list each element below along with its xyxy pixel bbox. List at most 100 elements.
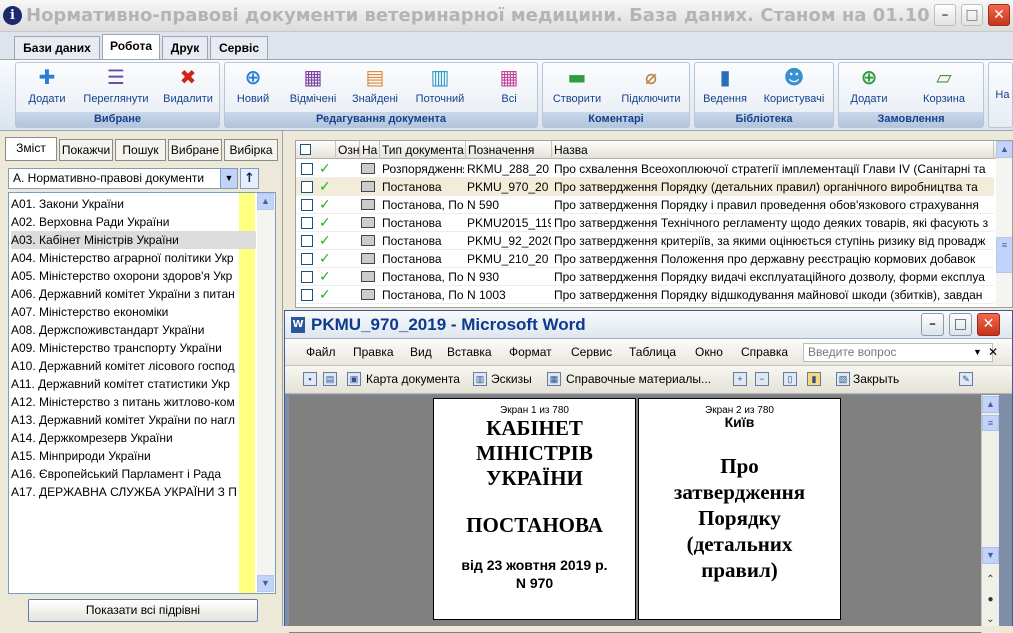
col-designation[interactable]: Позначення — [466, 141, 552, 159]
col-name[interactable]: Назва — [552, 141, 994, 159]
orders-add-button[interactable]: ⊕ Додати — [845, 65, 893, 111]
scroll-up-icon[interactable]: ▲ — [982, 396, 999, 413]
category-item[interactable]: А05. Міністерство охорони здоров'я Укр — [11, 267, 237, 285]
row-checkbox[interactable] — [301, 217, 313, 229]
browse-controls[interactable]: ⌃ ● ⌄ — [982, 570, 999, 630]
category-item[interactable]: А14. Держкомрезерв України — [11, 429, 237, 447]
document-table-scrollbar[interactable]: ▲ ≡ — [996, 141, 1012, 307]
category-item[interactable]: А02. Верховна Ради України — [11, 213, 237, 231]
category-item[interactable]: А06. Державний комітет України з питан — [11, 285, 237, 303]
category-list-scrollbar[interactable]: ▲ ▼ — [257, 193, 275, 593]
word-minimize-button[interactable]: – — [921, 313, 944, 336]
category-item[interactable]: А03. Кабінет Міністрів України — [11, 231, 256, 249]
row-checkbox[interactable] — [301, 163, 313, 175]
table-row[interactable]: ✓ Розпорядження RKMU_288_20 Про схвалення В… — [296, 160, 994, 178]
doc-current-button[interactable]: ▥ Поточний — [409, 65, 471, 111]
tab-databases[interactable]: Бази даних — [14, 36, 100, 60]
close-reading-icon[interactable]: ▧ — [836, 372, 850, 386]
two-pages-icon[interactable]: ▮ — [807, 372, 821, 386]
word-vertical-scrollbar[interactable]: ▲ ≡ ▼ ⌃ ● ⌄ — [981, 395, 999, 633]
table-row[interactable]: ✓ Постанова PKMU_92_2020 Про затвердження к… — [296, 232, 994, 250]
word-maximize-button[interactable]: □ — [949, 313, 972, 336]
doc-marked-button[interactable]: ▦ Відмічені — [285, 65, 341, 111]
category-item[interactable]: А07. Міністерство економіки — [11, 303, 237, 321]
menu-service[interactable]: Сервис — [571, 345, 612, 359]
comment-create-button[interactable]: ▬ Створити — [547, 65, 607, 111]
tab-index[interactable]: Покажчи — [59, 139, 113, 161]
scroll-down-icon[interactable]: ▼ — [257, 575, 274, 592]
menu-file[interactable]: Файл — [306, 345, 336, 359]
show-all-sublevels-button[interactable]: Показати всі підрівні — [28, 599, 258, 622]
favorites-delete-button[interactable]: ✖ Видалити — [160, 65, 216, 111]
orders-cart-button[interactable]: ▱ Корзина — [917, 65, 971, 111]
reference-button[interactable]: Справочные материалы... — [566, 372, 711, 386]
tab-print[interactable]: Друк — [162, 36, 208, 60]
row-checkbox[interactable] — [301, 271, 313, 283]
zoom-out-icon[interactable]: − — [755, 372, 769, 386]
chevron-down-icon[interactable]: ▼ — [220, 169, 237, 188]
table-row[interactable]: ✓ Постанова, По N 930 Про затвердження Поря… — [296, 268, 994, 286]
row-checkbox[interactable] — [301, 235, 313, 247]
row-checkbox[interactable] — [301, 199, 313, 211]
table-row[interactable]: ✓ Постанова PKMU_970_20 Про затвердження По… — [296, 178, 994, 196]
tab-search[interactable]: Пошук — [115, 139, 166, 161]
comment-attach-button[interactable]: ⌀ Підключити — [617, 65, 685, 111]
level-up-button[interactable]: ↑ — [240, 168, 259, 189]
close-button[interactable]: ✕ — [988, 4, 1010, 26]
category-item[interactable]: А13. Державний комітет України по нагл — [11, 411, 237, 429]
menu-format[interactable]: Формат — [509, 345, 552, 359]
menu-window[interactable]: Окно — [695, 345, 723, 359]
options-icon[interactable]: ✎ — [959, 372, 973, 386]
doc-map-icon[interactable]: ▣ — [347, 372, 361, 386]
doc-new-button[interactable]: ⊕ Новий — [231, 65, 275, 111]
col-mark[interactable]: Озн — [336, 141, 360, 159]
scroll-thumb[interactable]: ≡ — [996, 237, 1012, 273]
category-item[interactable]: А01. Закони України — [11, 195, 237, 213]
category-item[interactable]: А04. Міністерство аграрної політики Укр — [11, 249, 237, 267]
print-icon[interactable]: ▤ — [323, 372, 337, 386]
doc-all-button[interactable]: ▦ Всі — [489, 65, 529, 111]
tab-selection[interactable]: Вибірка — [224, 139, 278, 161]
category-item[interactable]: А10. Державний комітет лісового господ — [11, 357, 237, 375]
col-na[interactable]: На — [360, 141, 380, 159]
extra-button[interactable]: На г — [991, 89, 1012, 127]
thumbnails-button[interactable]: Эскизы — [491, 372, 532, 386]
scroll-down-icon[interactable]: ▼ — [982, 547, 999, 564]
table-row[interactable]: ✓ Постанова PKMU_210_20 Про затвердження По… — [296, 250, 994, 268]
maximize-button[interactable]: □ — [961, 4, 983, 26]
menu-help[interactable]: Справка — [741, 345, 788, 359]
category-item[interactable]: А16. Європейський Парламент і Рада — [11, 465, 237, 483]
tab-favorites[interactable]: Вибране — [168, 139, 222, 161]
menu-edit[interactable]: Правка — [353, 345, 394, 359]
table-row[interactable]: ✓ Постанова, По N 1003 Про затвердження Пор… — [296, 286, 994, 304]
reference-icon[interactable]: ▦ — [547, 372, 561, 386]
category-item[interactable]: А09. Міністерство транспорту України — [11, 339, 237, 357]
menu-table[interactable]: Таблица — [629, 345, 676, 359]
menu-insert[interactable]: Вставка — [447, 345, 492, 359]
ask-dropdown-icon[interactable]: ▼ — [973, 347, 982, 357]
col-doc-type[interactable]: Тип документа — [380, 141, 466, 159]
library-manage-button[interactable]: ▮ Ведення — [699, 65, 751, 111]
tab-work[interactable]: Робота — [102, 34, 160, 60]
save-icon[interactable]: ▪ — [303, 372, 317, 386]
library-users-button[interactable]: ☻ Користувачі — [759, 65, 829, 111]
favorites-view-button[interactable]: ☰ Переглянути — [78, 65, 154, 111]
table-row[interactable]: ✓ Постанова, По N 590 Про затвердження Поря… — [296, 196, 994, 214]
tab-service[interactable]: Сервіс — [210, 36, 268, 60]
row-checkbox[interactable] — [301, 253, 313, 265]
close-reading-button[interactable]: Закрыть — [853, 372, 899, 386]
category-item[interactable]: А15. Мінприроди України — [11, 447, 237, 465]
thumbnails-icon[interactable]: ▥ — [473, 372, 487, 386]
category-item[interactable]: А08. Держспоживстандарт України — [11, 321, 237, 339]
select-all-header[interactable] — [296, 141, 336, 159]
table-row[interactable]: ✓ Постанова PKMU2015_119 Про затвердження Т… — [296, 214, 994, 232]
word-close-button[interactable]: ✕ — [977, 313, 1000, 336]
scroll-up-icon[interactable]: ▲ — [996, 141, 1012, 158]
zoom-in-icon[interactable]: + — [733, 372, 747, 386]
minimize-button[interactable]: – — [934, 4, 956, 26]
close-doc-icon[interactable]: ✕ — [988, 345, 998, 359]
menu-view[interactable]: Вид — [410, 345, 432, 359]
scroll-up-icon[interactable]: ▲ — [257, 193, 274, 210]
row-checkbox[interactable] — [301, 289, 313, 301]
category-item[interactable]: А17. ДЕРЖАВНА СЛУЖБА УКРАЇНИ З ПИ — [11, 483, 237, 501]
